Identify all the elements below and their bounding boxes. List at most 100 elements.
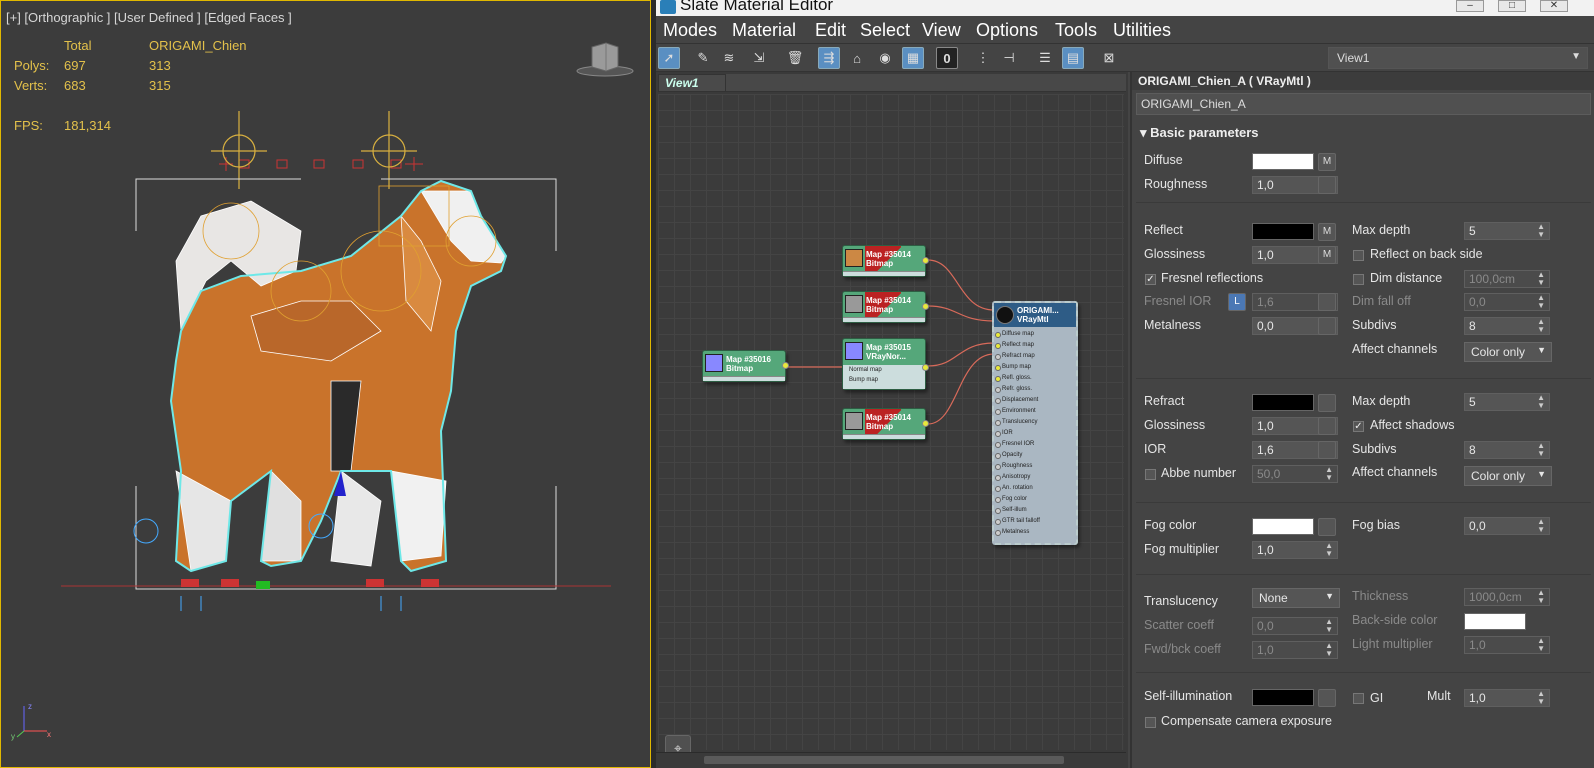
spinner-arrows-icon[interactable]: ▲▼ <box>1325 542 1333 558</box>
fog-multiplier-spinner[interactable]: 1,0 ▲ ▼ <box>1252 541 1338 559</box>
material-slot[interactable]: Opacity <box>995 452 1022 459</box>
output-socket[interactable] <box>782 362 789 369</box>
hide-unused-icon[interactable]: ⌂ <box>846 47 868 69</box>
dim-distance-checkbox[interactable] <box>1353 274 1364 285</box>
spinner-arrows-icon[interactable]: ▲▼ <box>1325 642 1333 658</box>
material-slot[interactable]: Self-illum <box>995 507 1027 514</box>
input-socket[interactable] <box>995 464 1001 470</box>
input-socket[interactable] <box>995 343 1001 349</box>
fresnel-ior-map-button[interactable] <box>1318 293 1336 311</box>
refr-affect-dropdown[interactable]: Color only ▼ <box>1464 466 1552 486</box>
compensate-checkbox[interactable] <box>1145 717 1156 728</box>
spinner-arrows-icon[interactable]: ▲▼ <box>1537 690 1545 706</box>
material-slot[interactable]: Metalness <box>995 529 1029 536</box>
input-socket[interactable] <box>995 431 1001 437</box>
abbe-spinner[interactable]: 50,0 ▲ ▼ <box>1252 465 1338 483</box>
input-socket[interactable] <box>995 530 1001 536</box>
material-slot[interactable]: Diffuse map <box>995 331 1034 338</box>
input-socket[interactable] <box>995 442 1001 448</box>
material-name-field[interactable]: ORIGAMI_Chien_A <box>1136 93 1591 115</box>
refl-glossiness-map-button[interactable]: M <box>1318 246 1336 264</box>
menu-view[interactable]: View <box>922 20 961 41</box>
list-icon[interactable]: ☰ <box>1034 47 1056 69</box>
material-slot[interactable]: Bump map <box>995 364 1031 371</box>
reflect-color-swatch[interactable] <box>1252 223 1314 240</box>
gi-checkbox[interactable] <box>1353 693 1364 704</box>
put-to-scene-icon[interactable]: ≋ <box>718 47 740 69</box>
translucency-dropdown[interactable]: None ▼ <box>1252 588 1340 608</box>
output-socket[interactable] <box>922 303 929 310</box>
material-slot[interactable]: Refr. gloss. <box>995 386 1032 393</box>
node-view[interactable]: View1 Map #35014 Bitmap Map #35014 Bitma… <box>656 72 1128 768</box>
input-socket[interactable] <box>995 497 1001 503</box>
background-icon[interactable]: ▦ <box>902 47 924 69</box>
close-button[interactable]: ✕ <box>1540 0 1568 12</box>
layout-horizontal-icon[interactable]: ⊣ <box>998 47 1020 69</box>
select-tool-icon[interactable]: ➚ <box>658 47 680 69</box>
move-children-icon[interactable]: ⇶ <box>818 47 840 69</box>
material-slot[interactable]: Fog color <box>995 496 1027 503</box>
show-map-icon[interactable]: ◉ <box>874 47 896 69</box>
fog-color-map-button[interactable] <box>1318 518 1336 536</box>
node-map-35014-c[interactable]: Map #35014 Bitmap <box>842 408 929 440</box>
eyedropper-icon[interactable]: ✎ <box>692 47 714 69</box>
menu-tools[interactable]: Tools <box>1055 20 1097 41</box>
node-map-35016[interactable]: Map #35016 Bitmap <box>702 350 789 382</box>
menu-utilities[interactable]: Utilities <box>1113 20 1171 41</box>
refr-glossiness-map-button[interactable] <box>1318 417 1336 435</box>
dim-distance-spinner[interactable]: 100,0cm ▲ ▼ <box>1464 270 1550 288</box>
viewport-label[interactable]: [+] [Orthographic ] [User Defined ] [Edg… <box>6 10 292 25</box>
material-slot[interactable]: Reflect map <box>995 342 1034 349</box>
horizontal-scrollbar[interactable] <box>656 752 1126 766</box>
thickness-spinner[interactable]: 1000,0cm ▲ ▼ <box>1464 588 1550 606</box>
material-slot[interactable]: Displacement <box>995 397 1038 404</box>
spinner-arrows-icon[interactable]: ▲▼ <box>1537 589 1545 605</box>
spinner-arrows-icon[interactable]: ▲▼ <box>1537 637 1545 653</box>
material-slot[interactable]: An. rotation <box>995 485 1033 492</box>
viewport-orthographic[interactable]: [+] [Orthographic ] [User Defined ] [Edg… <box>0 0 651 768</box>
output-socket[interactable] <box>922 257 929 264</box>
slot-normal-map[interactable]: Normal map <box>849 367 882 373</box>
material-slot[interactable]: Refract map <box>995 353 1035 360</box>
spinner-arrows-icon[interactable]: ▲▼ <box>1537 223 1545 239</box>
menu-material[interactable]: Material <box>732 20 796 41</box>
refract-map-button[interactable] <box>1318 394 1336 412</box>
affect-shadows-checkbox[interactable]: ✓ <box>1353 421 1364 432</box>
spinner-arrows-icon[interactable]: ▲▼ <box>1537 394 1545 410</box>
node-map-35014-b[interactable]: Map #35014 Bitmap <box>842 291 929 323</box>
refl-maxdepth-spinner[interactable]: 5 ▲ ▼ <box>1464 222 1550 240</box>
refract-color-swatch[interactable] <box>1252 394 1314 411</box>
material-slot[interactable]: Environment <box>995 408 1036 415</box>
slot-bump-map[interactable]: Bump map <box>849 377 878 383</box>
input-socket[interactable] <box>995 354 1001 360</box>
input-socket[interactable] <box>995 376 1001 382</box>
input-socket[interactable] <box>995 453 1001 459</box>
refr-maxdepth-spinner[interactable]: 5 ▲ ▼ <box>1464 393 1550 411</box>
metalness-map-button[interactable] <box>1318 317 1336 335</box>
material-slot[interactable]: IOR <box>995 430 1013 437</box>
fog-bias-spinner[interactable]: 0,0 ▲ ▼ <box>1464 517 1550 535</box>
menu-select[interactable]: Select <box>860 20 910 41</box>
node-map-35014-a[interactable]: Map #35014 Bitmap <box>842 245 929 277</box>
self-illum-map-button[interactable] <box>1318 689 1336 707</box>
spinner-arrows-icon[interactable]: ▲▼ <box>1537 318 1545 334</box>
material-slot[interactable]: Translucency <box>995 419 1037 426</box>
refl-subdivs-spinner[interactable]: 8 ▲ ▼ <box>1464 317 1550 335</box>
input-socket[interactable] <box>995 420 1001 426</box>
dim-falloff-spinner[interactable]: 0,0 ▲ ▼ <box>1464 293 1550 311</box>
menu-options[interactable]: Options <box>976 20 1038 41</box>
material-slot[interactable]: GTR tail falloff <box>995 518 1040 525</box>
input-socket[interactable] <box>995 475 1001 481</box>
output-socket[interactable] <box>922 364 929 371</box>
assign-material-icon[interactable]: ⇲ <box>748 47 770 69</box>
view-dropdown[interactable]: View1 ▼ <box>1328 47 1588 69</box>
spinner-arrows-icon[interactable]: ▲▼ <box>1537 294 1545 310</box>
refr-subdivs-spinner[interactable]: 8 ▲ ▼ <box>1464 441 1550 459</box>
spinner-arrows-icon[interactable]: ▲▼ <box>1325 466 1333 482</box>
mult-spinner[interactable]: 1,0 ▲ ▼ <box>1464 689 1550 707</box>
spinner-arrows-icon[interactable]: ▲▼ <box>1537 518 1545 534</box>
refl-affect-dropdown[interactable]: Color only ▼ <box>1464 342 1552 362</box>
self-illum-color-swatch[interactable] <box>1252 689 1314 706</box>
material-slot[interactable]: Roughness <box>995 463 1032 470</box>
backside-color-swatch[interactable] <box>1464 613 1526 630</box>
